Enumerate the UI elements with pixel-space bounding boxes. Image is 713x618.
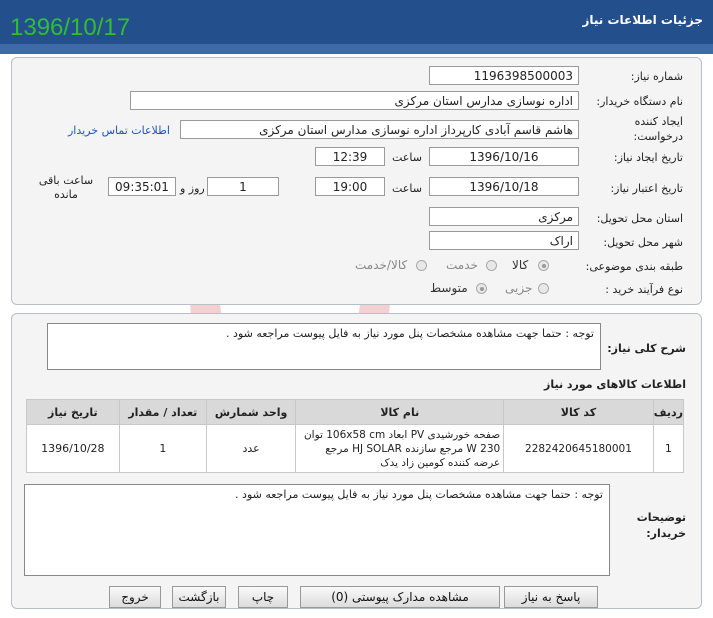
- remaining-time-field: 09:35:01: [108, 177, 176, 196]
- goods-table: تاریخ نیاز تعداد / مقدار واحد شمارش نام …: [26, 399, 685, 473]
- attachments-button[interactable]: مشاهده مدارک پیوستی (0): [300, 586, 500, 608]
- buyer-contact-link[interactable]: اطلاعات تماس خریدار: [68, 124, 170, 137]
- category-radio-both[interactable]: [416, 260, 427, 271]
- category-radio-goods[interactable]: [538, 260, 549, 271]
- created-time-label: ساعت: [392, 151, 422, 164]
- goods-table-header: تاریخ نیاز تعداد / مقدار واحد شمارش نام …: [26, 399, 685, 425]
- back-button[interactable]: بازگشت: [172, 586, 226, 608]
- created-date-label: تاریخ ایجاد نیاز:: [613, 151, 683, 164]
- reply-button[interactable]: پاسخ به نیاز: [504, 586, 598, 608]
- valid-time-field: 19:00: [315, 177, 385, 196]
- created-date-field: 1396/10/16: [429, 147, 579, 166]
- row-unit: عدد: [205, 424, 297, 473]
- buyer-label: نام دستگاه خریدار:: [596, 95, 683, 108]
- header-stripe: [0, 44, 713, 54]
- day-label: روز و: [180, 182, 205, 195]
- valid-date-field: 1396/10/18: [429, 177, 579, 196]
- col-date-header: تاریخ نیاز: [26, 399, 120, 425]
- category-label: طبقه بندی موضوعی:: [585, 260, 683, 273]
- row-index: 1: [652, 424, 685, 473]
- process-option-minor: جزیی: [505, 281, 533, 295]
- exit-button[interactable]: خروج: [109, 586, 161, 608]
- date-stamp: 1396/10/17: [10, 14, 131, 41]
- province-field: مرکزی: [429, 207, 579, 226]
- row-code: 2282420645180001: [503, 424, 654, 473]
- created-time-field: 12:39: [315, 147, 385, 166]
- province-label: استان محل تحویل:: [596, 212, 683, 225]
- row-date: 1396/10/28: [26, 424, 120, 473]
- remaining-days-field: 1: [207, 177, 279, 196]
- col-code-header: کد کالا: [503, 399, 654, 425]
- summary-text: توجه : حتما جهت مشاهده مشخصات پنل مورد ن…: [47, 323, 601, 370]
- need-number-label: شماره نیاز:: [630, 70, 683, 83]
- col-index-header: ردیف: [652, 399, 685, 425]
- need-number-field: 1196398500003: [429, 66, 579, 85]
- valid-time-label: ساعت: [392, 182, 422, 195]
- city-label: شهر محل تحویل:: [603, 236, 683, 249]
- row-qty: 1: [118, 424, 207, 473]
- category-option-goods: کالا: [512, 258, 529, 272]
- creator-label: ایجاد کننده درخواست:: [633, 115, 683, 143]
- category-option-both: کالا/خدمت: [355, 258, 408, 272]
- row-name: صفحه خورشیدی PV ابعاد 106x58 cm توان 230…: [295, 424, 505, 473]
- category-radio-service[interactable]: [486, 260, 497, 271]
- col-unit-header: واحد شمارش: [205, 399, 297, 425]
- process-label: نوع فرآیند خرید :: [605, 283, 683, 296]
- col-qty-header: تعداد / مقدار: [118, 399, 207, 425]
- category-option-service: خدمت: [446, 258, 478, 272]
- process-option-medium: متوسط: [430, 281, 468, 295]
- notes-label: توضیحات خریدار:: [636, 511, 686, 540]
- process-radio-minor[interactable]: [538, 283, 549, 294]
- process-radio-medium[interactable]: [476, 283, 487, 294]
- remaining-label: ساعت باقی مانده: [38, 174, 94, 201]
- goods-title: اطلاعات کالاهای مورد نیاز: [544, 378, 686, 391]
- notes-text: توجه : حتما جهت مشاهده مشخصات پنل مورد ن…: [24, 484, 610, 576]
- page-title: جزئیات اطلاعات نیاز: [582, 13, 703, 27]
- creator-field: هاشم قاسم آبادی کارپرداز اداره نوسازی مد…: [180, 120, 579, 139]
- table-row: 1396/10/28 1 عدد صفحه خورشیدی PV ابعاد 1…: [26, 424, 685, 473]
- valid-date-label: تاریخ اعتبار نیاز:: [610, 182, 683, 195]
- city-field: اراک: [429, 231, 579, 250]
- col-name-header: نام کالا: [295, 399, 505, 425]
- print-button[interactable]: چاپ: [238, 586, 288, 608]
- summary-label: شرح کلی نیاز:: [607, 342, 686, 355]
- buyer-field: اداره نوسازی مدارس استان مرکزی: [130, 91, 579, 110]
